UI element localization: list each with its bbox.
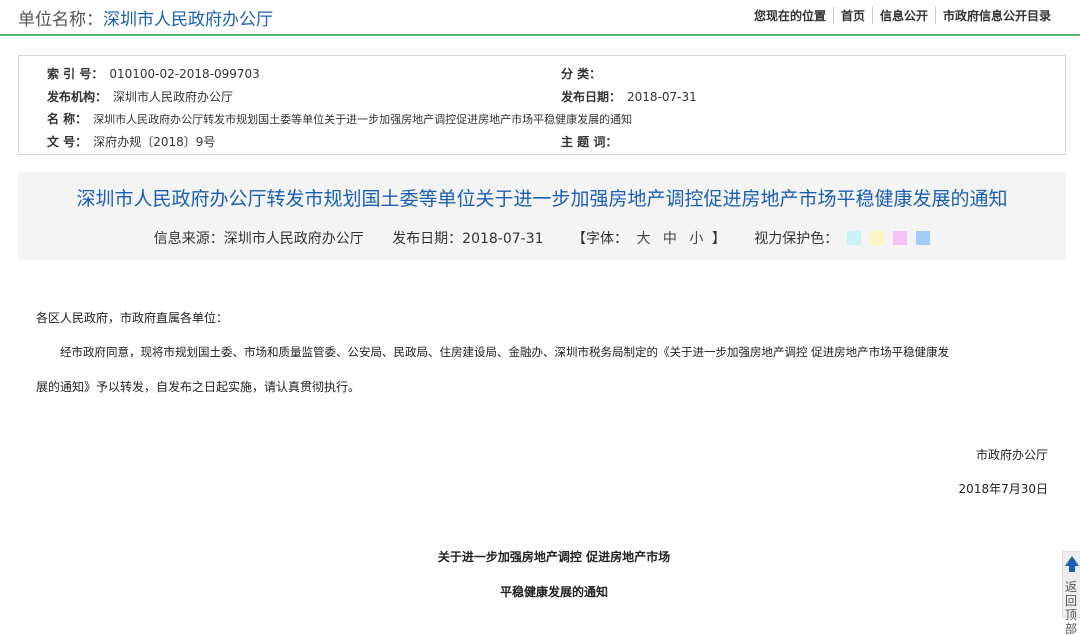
meta-category-label: 分 类：: [561, 67, 602, 81]
meta-index-value: 010100-02-2018-099703: [109, 67, 260, 81]
meta-index: 索 引 号： 010100-02-2018-099703: [47, 65, 260, 82]
meta-date-label: 发布日期：: [561, 90, 622, 104]
font-small-button[interactable]: 小: [689, 231, 703, 247]
meta-docno-label: 文 号：: [47, 135, 88, 149]
nav-info-open-link[interactable]: 信息公开: [871, 7, 935, 24]
meta-keywords: 主 题 词：: [561, 133, 623, 150]
meta-name-label: 名 称：: [47, 112, 88, 126]
font-prefix: 【字体：: [572, 231, 628, 247]
nav-home-link[interactable]: 首页: [832, 7, 872, 24]
info-bar: 信息来源：深圳市人民政府办公厅 发布日期：2018-07-31 【字体： 大 中…: [18, 228, 1066, 248]
meta-docno-value: 深府办规〔2018〕9号: [93, 135, 216, 149]
signature: 市政府办公厅: [975, 448, 1048, 462]
meta-docno: 文 号： 深府办规〔2018〕9号: [47, 133, 215, 150]
meta-date: 发布日期： 2018-07-31: [561, 88, 697, 105]
breadcrumb-nav: 您现在的位置 首页 信息公开 市政府信息公开目录: [747, 7, 1058, 24]
salutation: 各区人民政府，市政府直属各单位：: [36, 311, 229, 325]
document-metadata-box: 索 引 号： 010100-02-2018-099703 分 类： 发布机构： 深圳…: [18, 55, 1066, 155]
unit-name: 深圳市人民政府办公厅: [103, 10, 273, 30]
unit-label: 单位名称：: [18, 10, 103, 30]
back-to-top-label: 返回顶部: [1065, 580, 1078, 636]
nav-info-catalog-link[interactable]: 市政府信息公开目录: [934, 7, 1058, 24]
meta-category: 分 类：: [561, 65, 607, 82]
info-source: 信息来源：深圳市人民政府办公厅: [153, 231, 364, 247]
meta-publisher: 发布机构： 深圳市人民政府办公厅: [47, 88, 233, 105]
current-location-label: 您现在的位置: [753, 9, 826, 23]
top-bar: 单位名称：深圳市人民政府办公厅 您现在的位置 首页 信息公开 市政府信息公开目录: [0, 0, 1080, 36]
meta-publisher-label: 发布机构：: [47, 90, 108, 104]
attachment-title-line-1: 关于进一步加强房地产调控 促进房地产市场: [437, 550, 671, 564]
eye-protection-label: 视力保护色：: [754, 231, 839, 247]
back-to-top-button[interactable]: 返回顶部: [1062, 551, 1080, 636]
color-swatch-yellow[interactable]: [870, 231, 885, 245]
signature-date: 2018年7月30日: [958, 482, 1048, 496]
attachment-title-line-2: 平稳健康发展的通知: [499, 585, 608, 599]
color-swatch-cyan[interactable]: [847, 231, 862, 245]
paragraph-line-2: 展的通知》予以转发，自发布之日起实施，请认真贯彻执行。: [36, 380, 361, 394]
document-title: 深圳市人民政府办公厅转发市规划国土委等单位关于进一步加强房地产调控促进房地产市场…: [76, 188, 1008, 210]
meta-index-label: 索 引 号：: [47, 67, 104, 81]
meta-name-value: 深圳市人民政府办公厅转发市规划国土委等单位关于进一步加强房地产调控促进房地产市场…: [93, 113, 633, 126]
meta-date-value: 2018-07-31: [627, 90, 697, 104]
color-swatch-blue[interactable]: [916, 231, 931, 245]
up-arrow-icon: [1063, 556, 1080, 572]
font-suffix: 】: [711, 231, 726, 247]
title-area: 深圳市人民政府办公厅转发市规划国土委等单位关于进一步加强房地产调控促进房地产市场…: [18, 172, 1066, 260]
font-large-button[interactable]: 大: [636, 231, 650, 247]
eye-protection-control: 视力保护色：: [754, 231, 931, 247]
info-date: 发布日期：2018-07-31: [392, 231, 544, 247]
paragraph-line-1: 经市政府同意，现将市规划国土委、市场和质量监管委、公安局、民政局、住房建设局、金…: [60, 345, 950, 359]
meta-publisher-value: 深圳市人民政府办公厅: [113, 90, 234, 104]
meta-keywords-label: 主 题 词：: [561, 135, 618, 149]
meta-name: 名 称： 深圳市人民政府办公厅转发市规划国土委等单位关于进一步加强房地产调控促进房…: [47, 110, 632, 127]
unit-name-heading: 单位名称：深圳市人民政府办公厅: [18, 5, 273, 30]
font-medium-button[interactable]: 中: [663, 231, 677, 247]
color-swatch-pink[interactable]: [893, 231, 908, 245]
font-size-control: 【字体： 大 中 小 】: [572, 231, 730, 247]
